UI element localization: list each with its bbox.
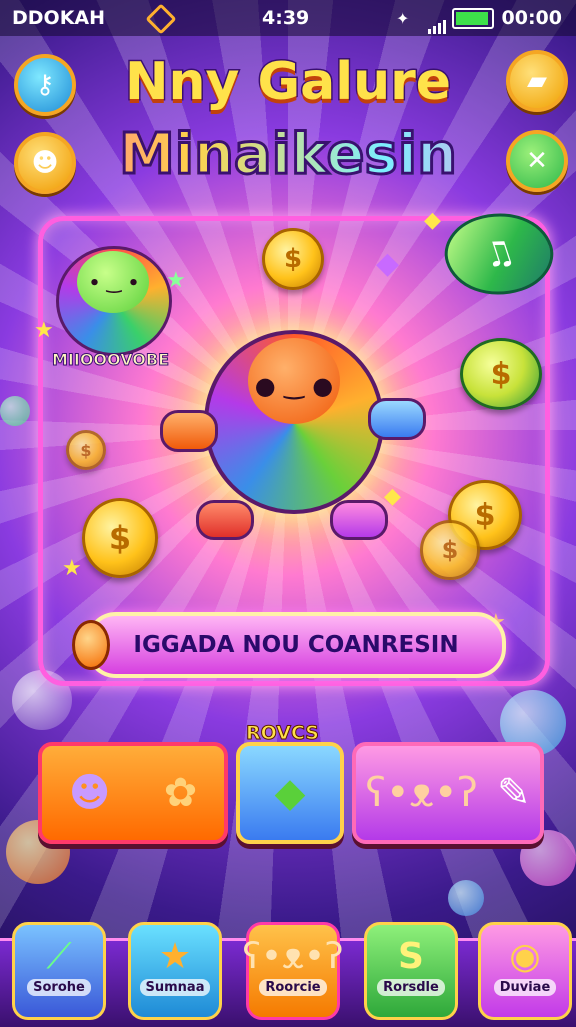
sword-icon[interactable]: ✕: [506, 130, 568, 192]
key-icon[interactable]: ⚷: [14, 54, 76, 116]
cta-button[interactable]: IGGADA NOU COANRESIN: [86, 612, 506, 678]
hero-character[interactable]: ● ‿ ●: [204, 330, 384, 514]
nav-label: Rorsdle: [377, 979, 445, 996]
nav-label: Sorohe: [27, 979, 91, 996]
bear-icon: ʕ•ᴥ•ʔ: [242, 936, 344, 977]
signal-icon: [428, 12, 448, 34]
game-title-line1: Nny Galure: [123, 51, 452, 114]
nav-item-roorcie[interactable]: ʕ•ᴥ•ʔ Roorcie: [242, 922, 344, 1020]
sparkle-icon: ◆: [376, 246, 400, 281]
target-icon: ◉: [509, 936, 541, 977]
wand-icon: ⟋: [46, 936, 72, 977]
smile-icon[interactable]: ☻: [14, 132, 76, 194]
sparkle-icon: ◆: [384, 484, 401, 509]
companion-label: MIIOOOVOBE: [51, 350, 170, 370]
nav-label: Duviae: [493, 979, 557, 996]
nav-item-rorsdle[interactable]: S Rorsdle: [364, 922, 458, 1020]
hero-arm-left: [160, 410, 218, 452]
nav-item-duviae[interactable]: ◉ Duviae: [478, 922, 572, 1020]
creature-card-blue[interactable]: ◆: [236, 742, 344, 844]
sparkle-icon: ★: [62, 556, 82, 581]
sparkle-icon: ★: [34, 318, 54, 343]
coin-icon[interactable]: $: [66, 430, 106, 470]
nav-item-sorohe[interactable]: ⟋ Sorohe: [12, 922, 106, 1020]
status-bar: DDOKAH 4:39 ✦ 00:00: [0, 0, 576, 36]
coin-icon[interactable]: $: [262, 228, 324, 290]
wifi-icon: ✦: [396, 9, 410, 28]
bear-creature-icon: ʕ•ᴥ•ʔ: [365, 770, 478, 816]
crystal-icon: ✎: [496, 770, 531, 816]
cta-label: IGGADA NOU COANRESIN: [133, 632, 459, 658]
purple-creature-icon: ☻: [68, 770, 111, 816]
coin-icon[interactable]: $: [420, 520, 480, 580]
nav-label: Sumnaa: [139, 979, 211, 996]
battery-icon: [452, 8, 494, 29]
hero-arm-right: [368, 398, 426, 440]
coin-icon[interactable]: $: [82, 498, 158, 578]
s-icon: S: [398, 936, 424, 977]
companion-character[interactable]: • ‿ •: [56, 246, 172, 356]
sparkle-icon: ★: [166, 268, 186, 293]
bubble: [448, 880, 484, 916]
nav-label: Roorcie: [259, 979, 327, 996]
nav-item-sumnaa[interactable]: ★ Sumnaa: [128, 922, 222, 1020]
hero-leg-right: [330, 500, 388, 540]
diamond-icon: [145, 3, 177, 35]
ticket-icon[interactable]: ▰: [506, 50, 568, 112]
sparkle-icon: ◆: [424, 208, 441, 233]
bubble: [0, 396, 30, 426]
carrier-label: DDOKAH: [12, 7, 106, 29]
star-icon: ★: [158, 936, 192, 977]
leaf-gem-icon: ◆: [274, 770, 306, 816]
clock: 00:00: [501, 7, 562, 29]
game-title-line2: Minaikesin: [0, 121, 576, 189]
cards-label: ROVCS: [246, 722, 320, 745]
creature-card-orange[interactable]: ☻ ✿: [38, 742, 228, 844]
hero-leg-left: [196, 500, 254, 540]
green-coin-icon[interactable]: $: [460, 338, 542, 410]
cookie-creature-icon: ✿: [163, 770, 198, 816]
creature-card-pink[interactable]: ʕ•ᴥ•ʔ ✎: [352, 742, 544, 844]
status-time: 4:39: [262, 7, 310, 29]
orange-gem-icon: [72, 620, 110, 670]
